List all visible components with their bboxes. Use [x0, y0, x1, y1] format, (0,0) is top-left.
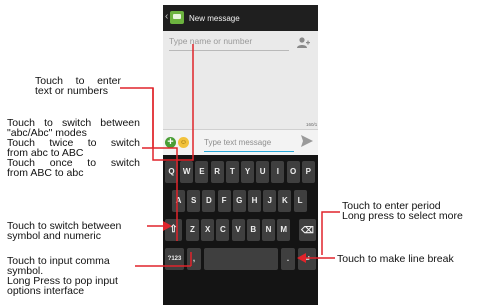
- leader-mode-switch: [142, 147, 178, 241]
- callout-lines: [120, 44, 340, 267]
- arrow-line-break: [297, 253, 306, 263]
- leader-period: [321, 211, 340, 255]
- leader-enter-text: [120, 44, 194, 161]
- arrow-symbol-switch: [163, 221, 172, 231]
